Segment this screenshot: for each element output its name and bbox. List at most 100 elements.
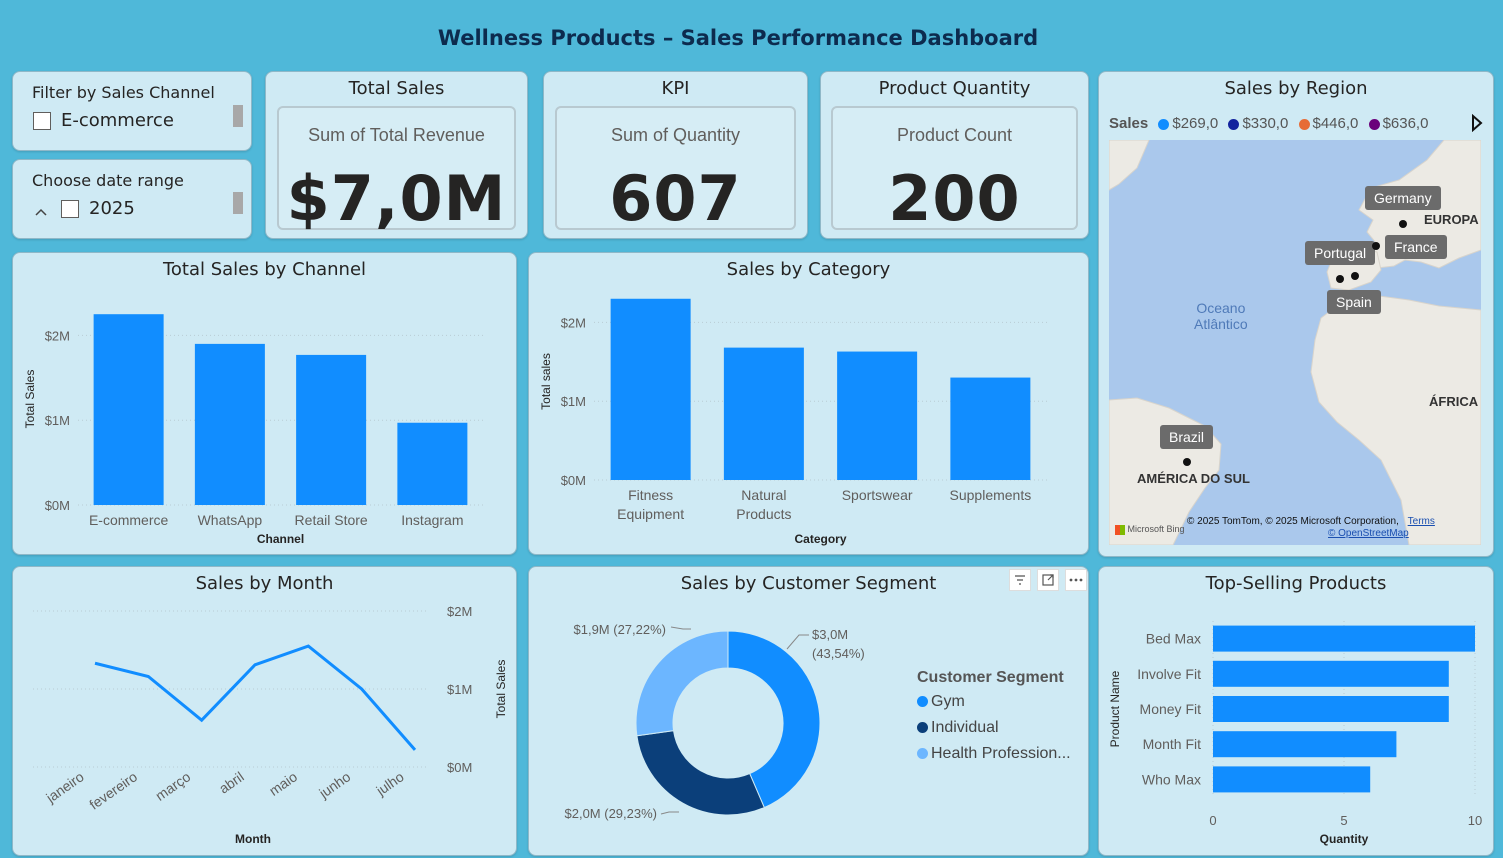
x-tick-label: Supplements (950, 487, 1032, 503)
y-axis-title: Total sales (539, 353, 553, 410)
map-legend: Sales $269,0 $330,0 $446,0 $636,0 (1109, 115, 1428, 132)
legend-title: Sales (1109, 115, 1149, 132)
data-label: $2,0M (29,23%) (565, 806, 658, 821)
checkbox-2025[interactable] (61, 200, 79, 218)
microsoft-logo-icon (1115, 524, 1125, 535)
legend-item-gym[interactable]: Gym (917, 693, 1071, 711)
x-tick-label: Fitness Equipment (617, 487, 684, 522)
y-axis-title: Total Sales (23, 370, 37, 429)
y-tick-label: Month Fit (1143, 736, 1201, 752)
bar (1213, 660, 1449, 687)
card-label: Product Count (896, 125, 1013, 145)
bar (296, 354, 367, 505)
y-tick-label: Bed Max (1146, 631, 1201, 647)
slicer-date-range: Choose date range 2025 (12, 159, 252, 239)
card-product-quantity: Product Quantity Product Count 200 (820, 71, 1089, 239)
card-value: 200 (888, 162, 1021, 235)
series-line (94, 644, 417, 751)
chevron-up-icon[interactable] (35, 203, 47, 216)
chart-top-products: Top-Selling Products 0 5 10 Bed Max Involve … (1098, 566, 1494, 856)
legend-item: $636,0 (1368, 115, 1428, 132)
y-tick-label: Who Max (1142, 771, 1201, 787)
legend-item: $269,0 (1158, 115, 1218, 132)
y-tick-label: Involve Fit (1137, 666, 1201, 682)
card-kpi: KPI Sum of Quantity 607 (543, 71, 808, 239)
chart-sales-by-channel: Total Sales by Channel $0M $1M $2M E-commer… (12, 252, 517, 555)
bar (397, 422, 468, 505)
legend-next-icon[interactable] (1471, 113, 1483, 137)
y-tick-label: $2M (45, 328, 70, 343)
data-label: $1,9M (27,22%) (574, 622, 667, 637)
x-tick-label: 0 (1209, 813, 1216, 828)
map-label-spain: Spain (1327, 290, 1381, 314)
x-tick-label: Instagram (401, 512, 463, 528)
legend-item-individual[interactable]: Individual (917, 719, 1071, 737)
bar (723, 347, 804, 480)
card-label: Sum of Quantity (610, 125, 741, 145)
map-point-germany[interactable] (1399, 220, 1407, 228)
card-value: $7,0M (286, 162, 507, 235)
y-tick-label: $0M (447, 760, 472, 775)
map-label-brazil: Brazil (1160, 425, 1214, 449)
map-point-france[interactable] (1372, 242, 1380, 250)
y-tick-label: $0M (561, 473, 586, 488)
slicer-item-label: E-commerce (61, 110, 174, 131)
bar (1213, 625, 1475, 652)
map-point-portugal[interactable] (1336, 275, 1344, 283)
slicer-sales-channel: Filter by Sales Channel E-commerce (12, 71, 252, 151)
legend-item: $446,0 (1298, 115, 1358, 132)
x-tick-label: Natural Products (736, 487, 791, 522)
pie-slice (635, 630, 729, 737)
y-tick-label: $1M (447, 682, 472, 697)
y-axis-title: Total Sales (494, 660, 508, 719)
x-tick-label: abril (216, 768, 247, 796)
card-total-sales: Total Sales Sum of Total Revenue $7,0M (265, 71, 528, 239)
card-title: Total Sales (348, 78, 445, 99)
chart-customer-segment: Sales by Customer Segment $3,0M (43,54%) $… (528, 566, 1089, 856)
y-tick-label: $1M (561, 394, 586, 409)
y-tick-label: Money Fit (1140, 701, 1202, 717)
data-label-leader (660, 811, 679, 815)
data-label-leader (786, 634, 809, 650)
card-value: 607 (609, 162, 742, 235)
slicer-scrollbar[interactable] (233, 192, 243, 214)
x-tick-label: junho (315, 768, 353, 801)
y-tick-label: $0M (45, 498, 70, 513)
x-axis-title: Category (794, 532, 846, 546)
bing-logo: Microsoft Bing (1115, 524, 1185, 535)
legend-item: $330,0 (1228, 115, 1288, 132)
card-title: Product Quantity (878, 78, 1031, 99)
osm-link[interactable]: © OpenStreetMap (1328, 528, 1409, 539)
map-label-portugal: Portugal (1305, 241, 1376, 265)
slicer-item-label: 2025 (89, 198, 135, 219)
x-axis-title: Quantity (1320, 832, 1369, 846)
x-tick-label: WhatsApp (198, 512, 263, 528)
bar (1213, 766, 1371, 793)
x-tick-label: 5 (1340, 813, 1347, 828)
map-point-spain[interactable] (1351, 272, 1359, 280)
chart-sales-by-category: Sales by Category $0M $1M $2M Fitness Equipm… (528, 252, 1089, 555)
page-title: Wellness Products – Sales Performance Da… (437, 26, 1039, 50)
slicer-scrollbar[interactable] (233, 105, 243, 127)
map-canvas[interactable]: EUROPA Oceano Atlântico ÁFRICA AMÉRICA DO… (1109, 140, 1481, 545)
bar (950, 377, 1031, 480)
bar (837, 351, 918, 480)
bar (1213, 696, 1449, 722)
map-label-germany: Germany (1365, 186, 1441, 210)
map-label-france: France (1385, 235, 1447, 259)
slicer-title: Filter by Sales Channel (32, 83, 215, 102)
y-tick-label: $2M (561, 315, 586, 330)
x-tick-label: maio (266, 768, 300, 799)
data-label-leader (670, 626, 691, 630)
x-tick-label: janeiro (42, 768, 87, 806)
x-tick-label: Retail Store (295, 512, 368, 528)
bar (610, 298, 691, 480)
checkbox-ecommerce[interactable] (33, 112, 51, 130)
x-tick-label: 10 (1468, 813, 1482, 828)
map-place-europa: EUROPA (1424, 212, 1479, 227)
map-point-brazil[interactable] (1183, 458, 1191, 466)
legend-item-health[interactable]: Health Profession... (917, 745, 1071, 763)
card-title: KPI (661, 78, 690, 99)
terms-link[interactable]: Terms (1408, 516, 1435, 527)
segment-legend: Customer Segment Gym Individual Health P… (917, 669, 1071, 763)
